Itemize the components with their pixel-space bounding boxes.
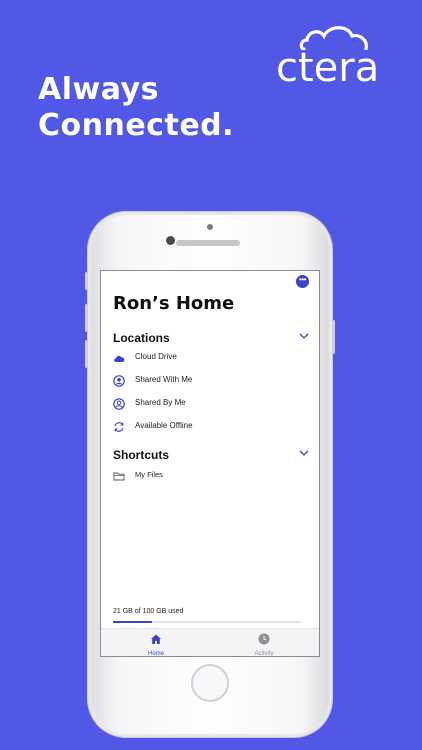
volume-up-button bbox=[85, 304, 88, 332]
storage-progress-fill bbox=[113, 621, 153, 623]
tab-activity[interactable]: Activity bbox=[234, 632, 294, 657]
tab-label: Home bbox=[147, 651, 164, 657]
shortcut-label: My Files bbox=[135, 470, 163, 479]
headline-line-1: Always bbox=[38, 72, 159, 107]
sync-icon bbox=[114, 422, 124, 432]
chevron-down-icon[interactable] bbox=[299, 450, 309, 457]
more-icon[interactable]: ••• bbox=[296, 275, 309, 288]
shortcuts-header[interactable]: Shortcuts bbox=[113, 448, 309, 462]
location-item-shared-by-me[interactable]: Shared By Me bbox=[113, 397, 303, 413]
tab-bar: Home Activity bbox=[101, 628, 319, 657]
earpiece-speaker bbox=[176, 240, 240, 246]
shortcut-item-my-files[interactable]: My Files bbox=[113, 469, 303, 485]
page-title: Ron’s Home bbox=[113, 293, 235, 314]
storage-progress-bar bbox=[113, 621, 301, 623]
storage-usage-text: 21 GB of 100 GB used bbox=[113, 608, 184, 615]
location-label: Available Offline bbox=[135, 421, 193, 430]
front-camera bbox=[166, 236, 175, 245]
location-item-available-offline[interactable]: Available Offline bbox=[113, 420, 303, 436]
chevron-down-icon[interactable] bbox=[299, 333, 309, 340]
home-icon bbox=[151, 634, 161, 644]
shortcuts-heading: Shortcuts bbox=[113, 448, 170, 462]
location-item-cloud-drive[interactable]: Cloud Drive bbox=[113, 351, 303, 367]
volume-down-button bbox=[85, 340, 88, 368]
tab-label: Activity bbox=[254, 651, 274, 657]
location-label: Shared With Me bbox=[135, 375, 193, 384]
proximity-sensor bbox=[207, 224, 213, 230]
phone-mockup: ••• Ron’s Home Locations Cloud Drive Sha… bbox=[85, 212, 335, 737]
headline-line-2: Connected. bbox=[38, 108, 235, 143]
folder-icon bbox=[113, 472, 125, 481]
locations-header[interactable]: Locations bbox=[113, 331, 309, 345]
app-screen: ••• Ron’s Home Locations Cloud Drive Sha… bbox=[100, 270, 320, 657]
tab-home[interactable]: Home bbox=[126, 632, 186, 657]
logo-text: ctera bbox=[276, 45, 380, 91]
clock-icon bbox=[258, 633, 270, 645]
locations-heading: Locations bbox=[113, 331, 170, 345]
ctera-logo: ctera bbox=[276, 22, 400, 88]
location-label: Shared By Me bbox=[135, 398, 186, 407]
shared-with-me-icon bbox=[113, 375, 125, 387]
cloud-icon bbox=[114, 355, 125, 362]
shared-by-me-icon bbox=[113, 398, 125, 410]
location-item-shared-with-me[interactable]: Shared With Me bbox=[113, 374, 303, 390]
power-button bbox=[332, 320, 335, 354]
side-button-left bbox=[85, 272, 88, 290]
location-label: Cloud Drive bbox=[135, 352, 177, 361]
home-button[interactable] bbox=[191, 664, 229, 702]
headline: Always Connected. bbox=[38, 72, 234, 144]
